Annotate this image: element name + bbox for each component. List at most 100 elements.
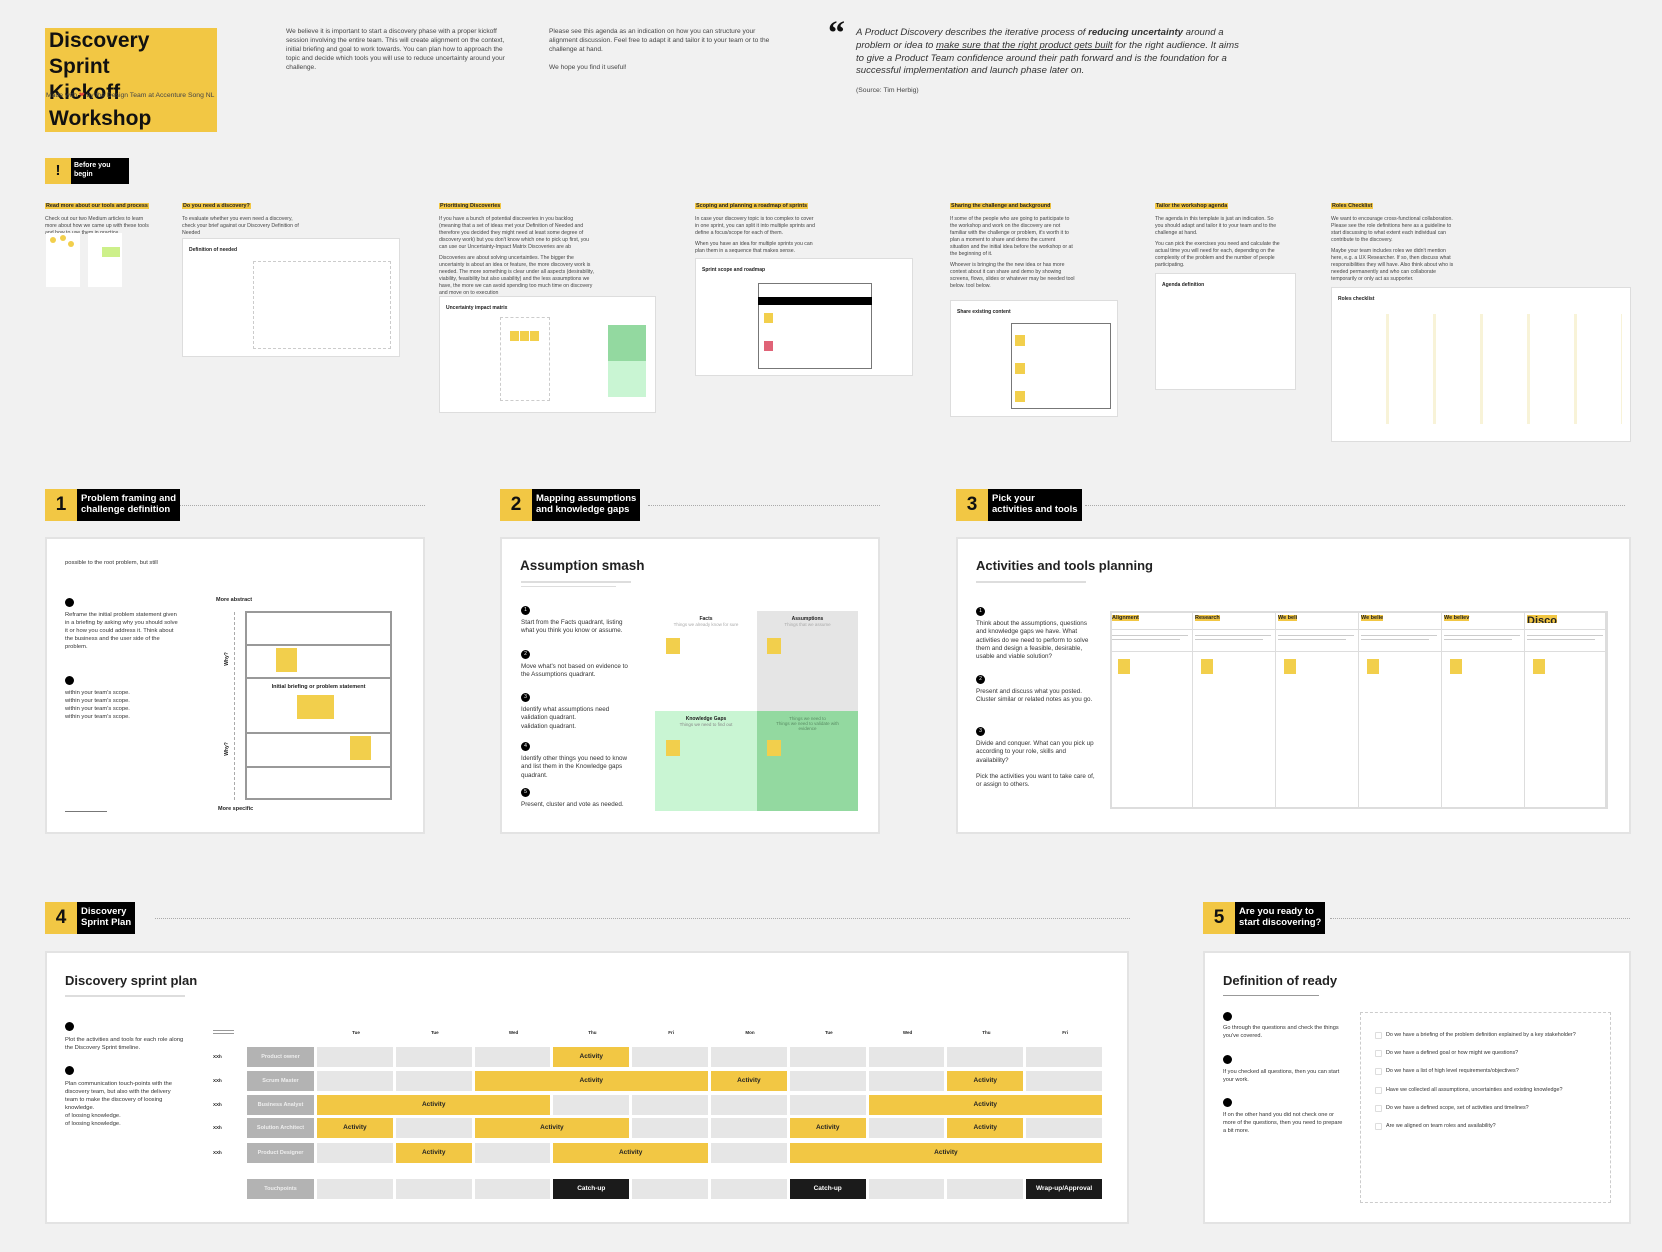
- checklist-item: Are we aligned on team roles and availab…: [1386, 1123, 1496, 1129]
- touchpoint-block[interactable]: Catch-up: [789, 1179, 866, 1199]
- empty-cell[interactable]: [395, 1179, 472, 1199]
- sticky-note[interactable]: [1367, 659, 1379, 674]
- uncertainty-matrix-thumb[interactable]: Uncertainty impact matrix: [439, 296, 656, 413]
- checkbox[interactable]: [1375, 1032, 1382, 1039]
- info-text: If some of the people who are going to p…: [950, 216, 1073, 257]
- empty-cell[interactable]: [868, 1118, 945, 1138]
- info-column: Roles Checklist We want to encourage cro…: [1331, 194, 1456, 283]
- checkbox[interactable]: [1375, 1123, 1382, 1130]
- activity-block[interactable]: Activity: [868, 1095, 1102, 1115]
- sticky-note[interactable]: [1450, 659, 1462, 674]
- hours-label: XXh: [213, 1150, 222, 1155]
- empty-cell[interactable]: [632, 1095, 708, 1115]
- empty-cell[interactable]: [395, 1047, 472, 1067]
- day-header: Thu: [588, 1030, 597, 1035]
- activity-block[interactable]: Activity: [789, 1118, 866, 1138]
- touchpoint-block[interactable]: Catch-up: [553, 1179, 630, 1199]
- section-3-header: 3 Pick your activities and tools: [956, 489, 1082, 521]
- menu-lines-icon: [213, 1030, 234, 1034]
- activity-block[interactable]: Activity: [317, 1118, 393, 1138]
- empty-cell[interactable]: [632, 1179, 708, 1199]
- step-2-text: Move what's not based on evidence to the…: [521, 663, 628, 679]
- checkbox[interactable]: [1375, 1104, 1382, 1112]
- sticky-note[interactable]: [767, 740, 781, 756]
- activity-block[interactable]: Activity: [553, 1047, 630, 1067]
- empty-cell[interactable]: [474, 1143, 551, 1163]
- activity-block[interactable]: Activity: [711, 1071, 787, 1091]
- empty-cell[interactable]: [317, 1179, 393, 1199]
- empty-cell[interactable]: [711, 1118, 787, 1138]
- roles-checklist-thumb[interactable]: Roles checklist: [1331, 287, 1631, 442]
- empty-cell[interactable]: [1026, 1071, 1102, 1091]
- empty-cell[interactable]: [711, 1143, 787, 1163]
- column-header: We belie: [1361, 615, 1384, 621]
- activity-block[interactable]: Activity: [474, 1071, 708, 1091]
- sticky-note[interactable]: [276, 648, 297, 672]
- sticky-note[interactable]: [350, 736, 371, 760]
- medium-article-thumb-2[interactable]: [88, 233, 122, 287]
- info-title: Sharing the challenge and background: [950, 203, 1052, 209]
- sticky-note[interactable]: [1533, 659, 1545, 674]
- empty-cell[interactable]: [317, 1047, 393, 1067]
- sticky-note[interactable]: [297, 695, 334, 719]
- medium-article-thumb-1[interactable]: [46, 233, 80, 287]
- empty-cell[interactable]: [789, 1071, 866, 1091]
- empty-cell[interactable]: [789, 1047, 866, 1067]
- arrow-divider: [1330, 918, 1630, 919]
- activity-block[interactable]: Activity: [789, 1143, 1102, 1163]
- checkbox[interactable]: [1375, 1050, 1382, 1058]
- sprint-roadmap-thumb[interactable]: Sprint scope and roadmap: [695, 258, 913, 376]
- step-1-icon: [65, 598, 74, 607]
- sticky-note[interactable]: [666, 638, 680, 654]
- agenda-thumb[interactable]: Agenda definition: [1155, 273, 1296, 390]
- activity-block[interactable]: Activity: [947, 1118, 1024, 1138]
- table-column: We believ: [1442, 611, 1525, 809]
- activity-block[interactable]: Activity: [553, 1143, 708, 1163]
- divider: [65, 995, 185, 997]
- activity-block[interactable]: Activity: [947, 1071, 1024, 1091]
- empty-cell[interactable]: [553, 1095, 630, 1115]
- empty-cell[interactable]: [711, 1095, 787, 1115]
- empty-cell[interactable]: [474, 1047, 551, 1067]
- empty-cell[interactable]: [711, 1179, 787, 1199]
- empty-cell[interactable]: [789, 1095, 866, 1115]
- checkbox[interactable]: [1375, 1086, 1382, 1094]
- empty-cell[interactable]: [395, 1118, 472, 1138]
- agenda-note: Please see this agenda as an indication …: [549, 28, 770, 71]
- info-text: In case your discovery topic is too comp…: [695, 216, 815, 236]
- empty-cell[interactable]: [317, 1071, 393, 1091]
- share-content-thumb[interactable]: Share existing content: [950, 300, 1118, 417]
- empty-cell[interactable]: [632, 1118, 708, 1138]
- info-title: Tailor the workshop agenda: [1155, 203, 1229, 209]
- touchpoint-block[interactable]: Wrap-up/Approval: [1026, 1179, 1102, 1199]
- empty-cell[interactable]: [868, 1047, 945, 1067]
- sticky-note[interactable]: [666, 740, 680, 756]
- activity-block[interactable]: Activity: [317, 1095, 551, 1115]
- activity-block[interactable]: Activity: [395, 1143, 472, 1163]
- empty-cell[interactable]: [868, 1071, 945, 1091]
- empty-cell[interactable]: [947, 1179, 1024, 1199]
- sticky-note[interactable]: [767, 638, 781, 654]
- activity-block[interactable]: Activity: [474, 1118, 630, 1138]
- empty-cell[interactable]: [395, 1071, 472, 1091]
- day-header: Mon: [745, 1030, 755, 1035]
- heart-icon: ❤: [78, 92, 85, 99]
- empty-cell[interactable]: [1026, 1047, 1102, 1067]
- empty-cell[interactable]: [947, 1047, 1024, 1067]
- empty-cell[interactable]: [868, 1179, 945, 1199]
- hours-label: XXh: [213, 1125, 222, 1130]
- empty-cell[interactable]: [474, 1179, 551, 1199]
- role-label: Touchpoints: [247, 1179, 314, 1199]
- definition-of-needed-thumb[interactable]: Definition of needed: [182, 238, 400, 357]
- sticky-note[interactable]: [1284, 659, 1296, 674]
- section-5-header: 5 Are you ready to start discovering?: [1203, 902, 1326, 934]
- sticky-note[interactable]: [1118, 659, 1130, 674]
- divider: [521, 586, 616, 587]
- hours-label: XXh: [213, 1078, 222, 1083]
- sticky-note[interactable]: [1201, 659, 1213, 674]
- empty-cell[interactable]: [317, 1143, 393, 1163]
- empty-cell[interactable]: [711, 1047, 787, 1067]
- checkbox[interactable]: [1375, 1068, 1382, 1076]
- empty-cell[interactable]: [632, 1047, 708, 1067]
- empty-cell[interactable]: [1026, 1118, 1102, 1138]
